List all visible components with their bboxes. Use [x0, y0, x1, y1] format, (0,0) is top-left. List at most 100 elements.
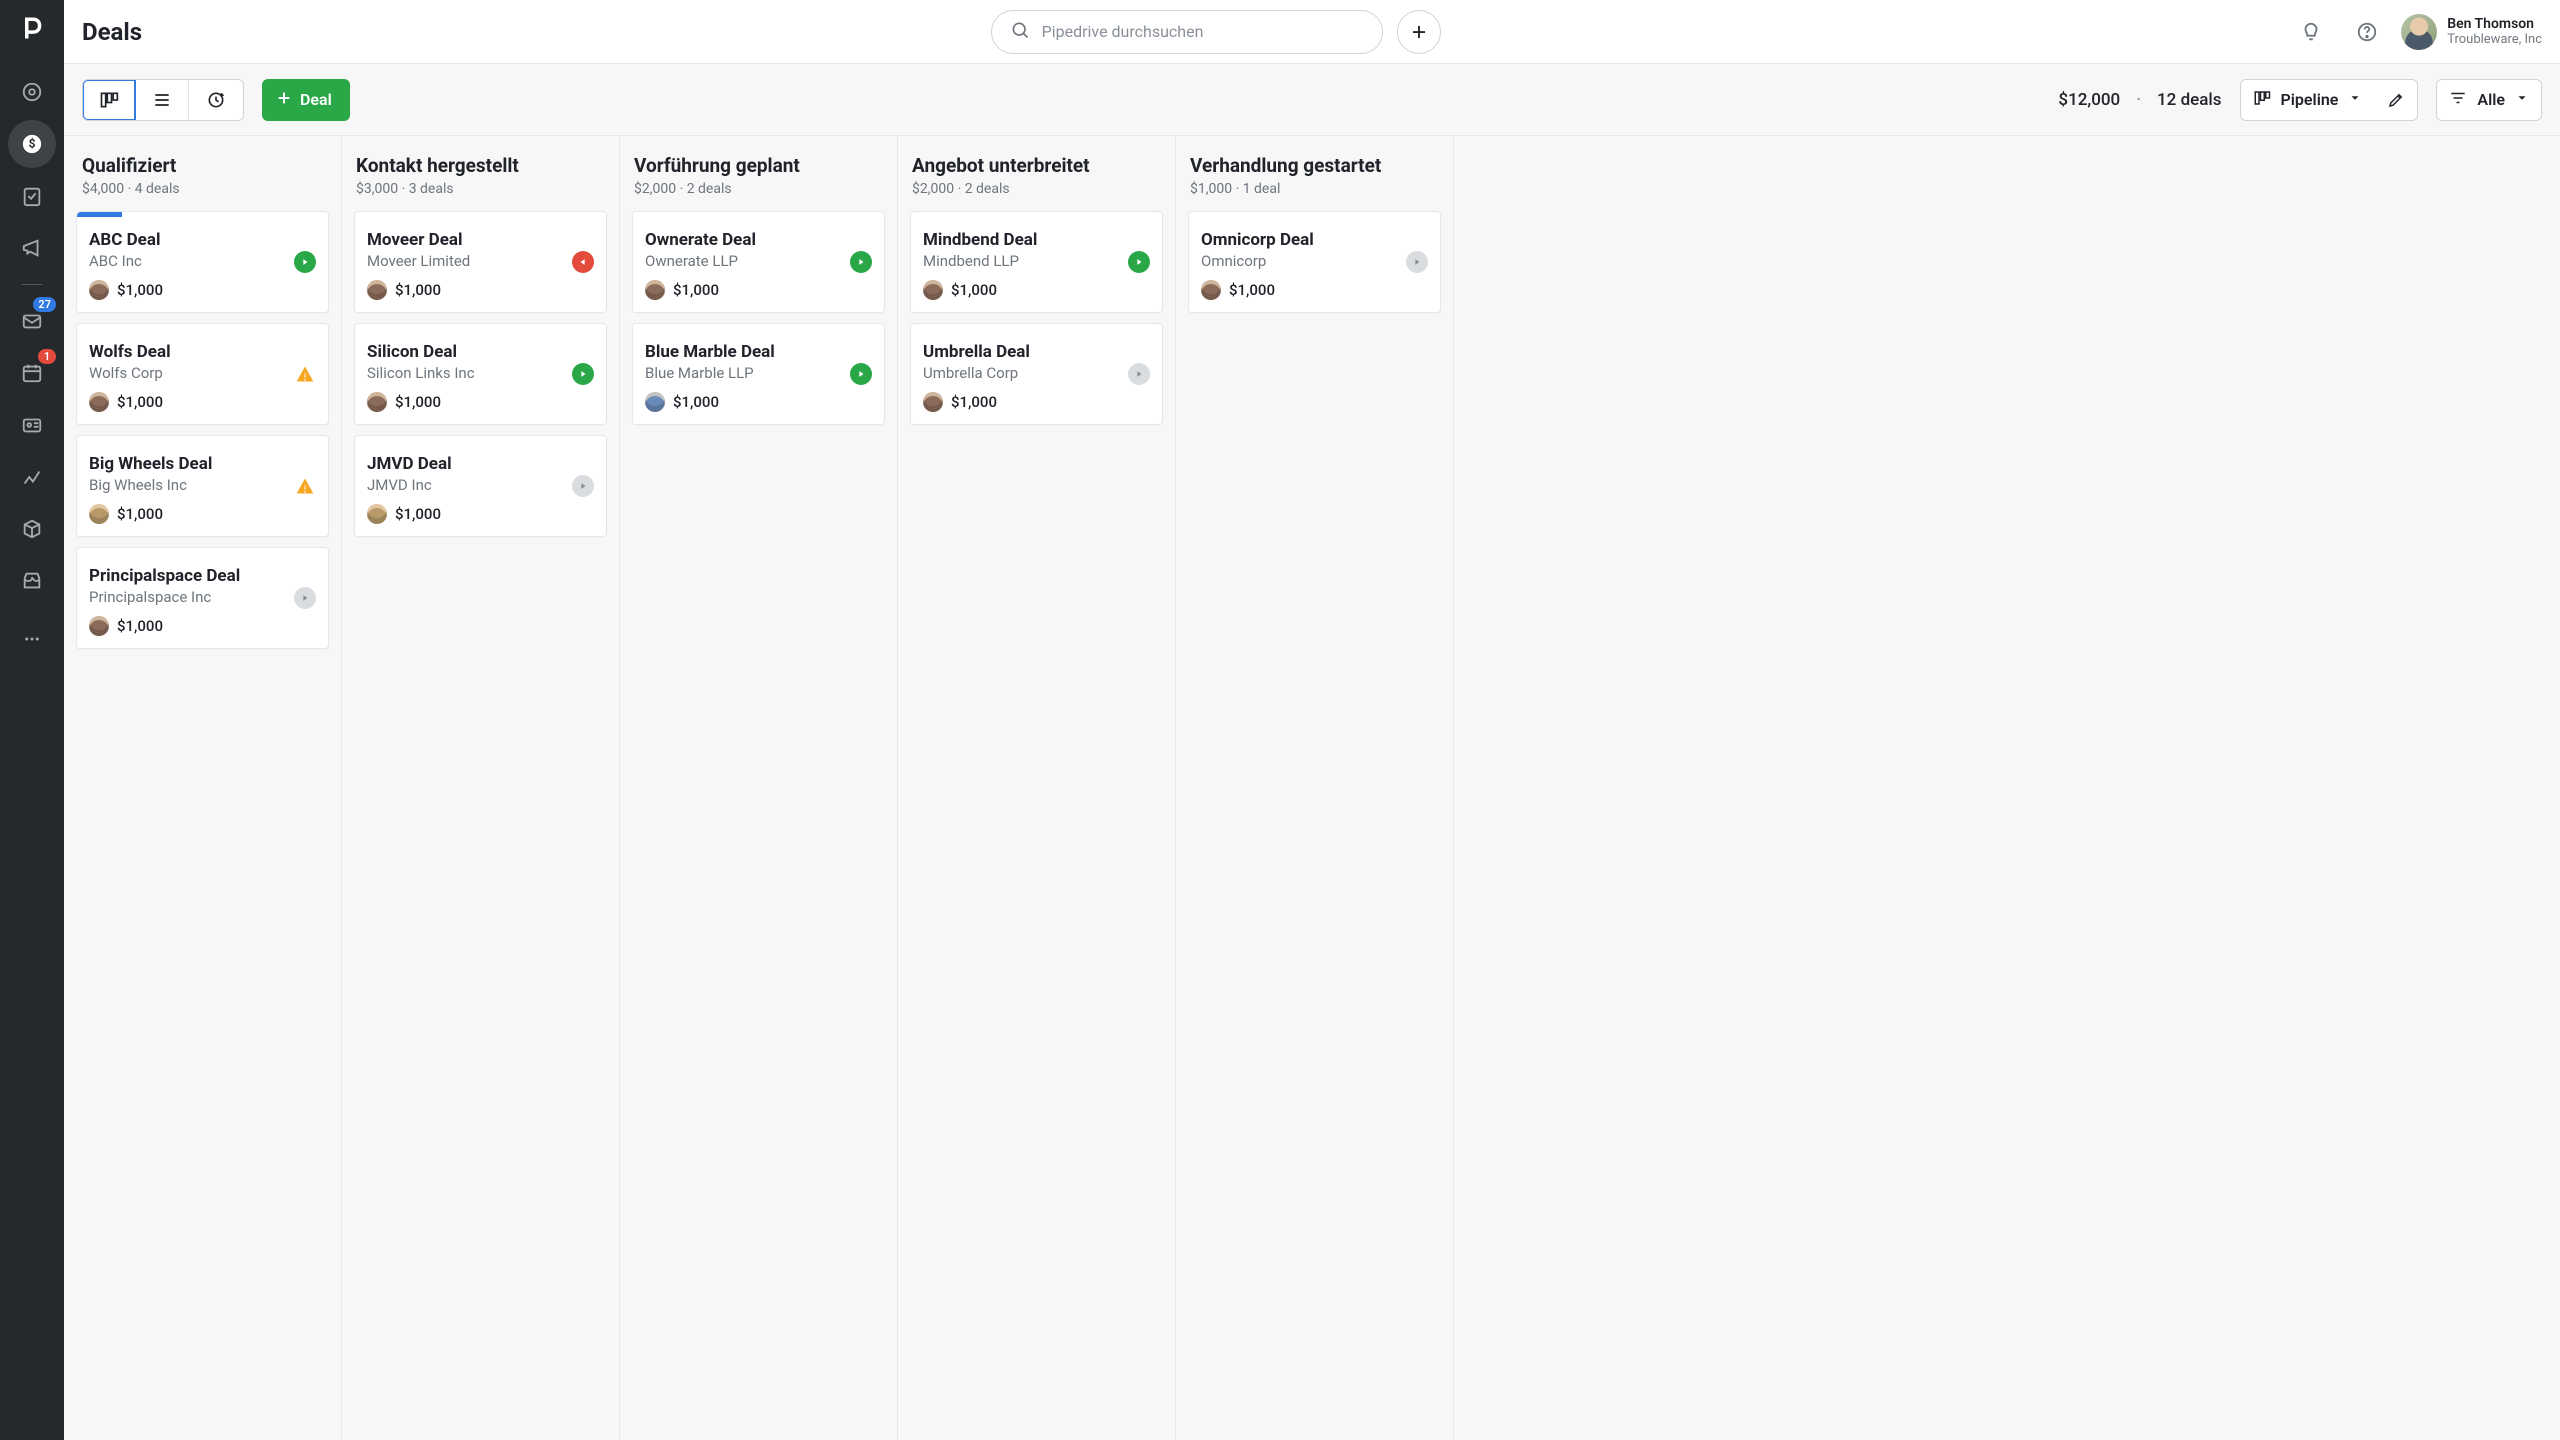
status-gray-icon[interactable] — [1406, 251, 1428, 273]
deal-amount: $1,000 — [951, 281, 997, 299]
status-green-icon[interactable] — [1128, 251, 1150, 273]
summary: $12,000 · 12 deals — [2058, 90, 2221, 110]
pipeline-column[interactable]: Verhandlung gestartet$1,000 · 1 dealOmni… — [1176, 136, 1454, 1440]
owner-avatar — [645, 392, 665, 412]
deal-card[interactable]: Omnicorp DealOmnicorp$1,000 — [1188, 211, 1441, 313]
view-list[interactable] — [135, 80, 189, 120]
deal-card[interactable]: JMVD DealJMVD Inc$1,000 — [354, 435, 607, 537]
deal-amount: $1,000 — [117, 393, 163, 411]
search-box[interactable] — [991, 10, 1383, 54]
deal-amount: $1,000 — [117, 505, 163, 523]
nav-calendar[interactable]: 1 — [8, 349, 56, 397]
nav-products[interactable] — [8, 505, 56, 553]
pipeline-column[interactable]: Vorführung geplant$2,000 · 2 dealsOwnera… — [620, 136, 898, 1440]
deal-card[interactable]: Silicon DealSilicon Links Inc$1,000 — [354, 323, 607, 425]
status-warn-icon[interactable] — [294, 475, 316, 497]
deal-title: Ownerate Deal — [645, 230, 872, 250]
sidebar: $ 27 1 — [0, 0, 64, 1440]
deal-company: Silicon Links Inc — [367, 364, 594, 382]
calendar-badge: 1 — [38, 349, 56, 364]
deal-amount: $1,000 — [117, 617, 163, 635]
nav-deals[interactable]: $ — [8, 120, 56, 168]
owner-avatar — [367, 392, 387, 412]
pipeline-board[interactable]: Qualifiziert$4,000 · 4 dealsABC DealABC … — [64, 136, 2560, 1440]
deal-company: Big Wheels Inc — [89, 476, 316, 494]
owner-avatar — [645, 280, 665, 300]
deal-company: ABC Inc — [89, 252, 316, 270]
column-subtitle: $3,000 · 3 deals — [356, 181, 605, 197]
page-title: Deals — [82, 18, 142, 46]
deal-card[interactable]: Ownerate DealOwnerate LLP$1,000 — [632, 211, 885, 313]
deal-card[interactable]: Principalspace DealPrincipalspace Inc$1,… — [76, 547, 329, 649]
deal-amount: $1,000 — [1229, 281, 1275, 299]
status-green-icon[interactable] — [294, 251, 316, 273]
help-icon[interactable] — [2345, 10, 2389, 54]
add-deal-label: Deal — [300, 90, 332, 109]
column-header: Qualifiziert$4,000 · 4 deals — [76, 148, 329, 201]
deal-card[interactable]: Umbrella DealUmbrella Corp$1,000 — [910, 323, 1163, 425]
deal-amount: $1,000 — [117, 281, 163, 299]
deal-title: Big Wheels Deal — [89, 454, 316, 474]
deal-amount: $1,000 — [395, 281, 441, 299]
deal-card[interactable]: Moveer DealMoveer Limited$1,000 — [354, 211, 607, 313]
deal-card[interactable]: Wolfs Deal Wolfs Corp $1,000 — [76, 323, 329, 425]
status-green-icon[interactable] — [572, 363, 594, 385]
chevron-down-icon — [2348, 90, 2362, 109]
status-gray-icon[interactable] — [572, 475, 594, 497]
nav-mail[interactable]: 27 — [8, 297, 56, 345]
status-gray-icon[interactable] — [1128, 363, 1150, 385]
deal-card[interactable]: ABC Deal ABC Inc $1,000 — [76, 211, 329, 313]
filter-selector[interactable]: Alle — [2436, 79, 2542, 121]
add-deal-button[interactable]: Deal — [262, 79, 350, 121]
filter-label: Alle — [2477, 90, 2505, 109]
svg-text:$: $ — [29, 137, 36, 151]
user-avatar — [2401, 14, 2437, 50]
deal-title: Wolfs Deal — [89, 342, 316, 362]
column-subtitle: $2,000 · 2 deals — [912, 181, 1161, 197]
deal-title: JMVD Deal — [367, 454, 594, 474]
assistant-icon[interactable] — [2289, 10, 2333, 54]
deal-company: Moveer Limited — [367, 252, 594, 270]
deal-title: ABC Deal — [89, 230, 316, 250]
nav-leads[interactable] — [8, 68, 56, 116]
nav-contacts[interactable] — [8, 401, 56, 449]
status-green-icon[interactable] — [850, 363, 872, 385]
column-title: Angebot unterbreitet — [912, 154, 1161, 177]
pipeline-column[interactable]: Kontakt hergestellt$3,000 · 3 dealsMovee… — [342, 136, 620, 1440]
view-forecast[interactable] — [189, 80, 243, 120]
quick-add-button[interactable] — [1397, 10, 1441, 54]
column-subtitle: $2,000 · 2 deals — [634, 181, 883, 197]
pipeline-selector[interactable]: Pipeline — [2240, 79, 2375, 121]
pipeline-column[interactable]: Qualifiziert$4,000 · 4 dealsABC DealABC … — [64, 136, 342, 1440]
nav-more[interactable] — [8, 615, 56, 663]
deal-title: Omnicorp Deal — [1201, 230, 1428, 250]
nav-campaigns[interactable] — [8, 224, 56, 272]
nav-marketplace[interactable] — [8, 557, 56, 605]
owner-avatar — [923, 392, 943, 412]
deal-card[interactable]: Blue Marble DealBlue Marble LLP$1,000 — [632, 323, 885, 425]
deal-amount: $1,000 — [395, 505, 441, 523]
owner-avatar — [89, 504, 109, 524]
owner-avatar — [89, 280, 109, 300]
user-menu[interactable]: Ben Thomson Troubleware, Inc — [2401, 14, 2542, 50]
view-pipeline[interactable] — [82, 79, 136, 121]
deal-progress — [77, 212, 122, 217]
owner-avatar — [89, 392, 109, 412]
column-subtitle: $4,000 · 4 deals — [82, 181, 327, 197]
deal-company: Umbrella Corp — [923, 364, 1150, 382]
status-red-icon[interactable] — [572, 251, 594, 273]
deal-card[interactable]: Big Wheels Deal Big Wheels Inc $1,000 — [76, 435, 329, 537]
app-logo[interactable] — [18, 14, 46, 46]
deal-card[interactable]: Mindbend DealMindbend LLP$1,000 — [910, 211, 1163, 313]
status-gray-icon[interactable] — [294, 587, 316, 609]
deal-company: Wolfs Corp — [89, 364, 316, 382]
nav-activities[interactable] — [8, 172, 56, 220]
deal-company: Mindbend LLP — [923, 252, 1150, 270]
owner-avatar — [923, 280, 943, 300]
status-warn-icon[interactable] — [294, 363, 316, 385]
nav-insights[interactable] — [8, 453, 56, 501]
pipeline-column[interactable]: Angebot unterbreitet $2,000 · 2 deals Mind… — [898, 136, 1176, 1440]
edit-pipeline-button[interactable] — [2374, 79, 2418, 121]
search-input[interactable] — [1042, 22, 1364, 41]
status-green-icon[interactable] — [850, 251, 872, 273]
